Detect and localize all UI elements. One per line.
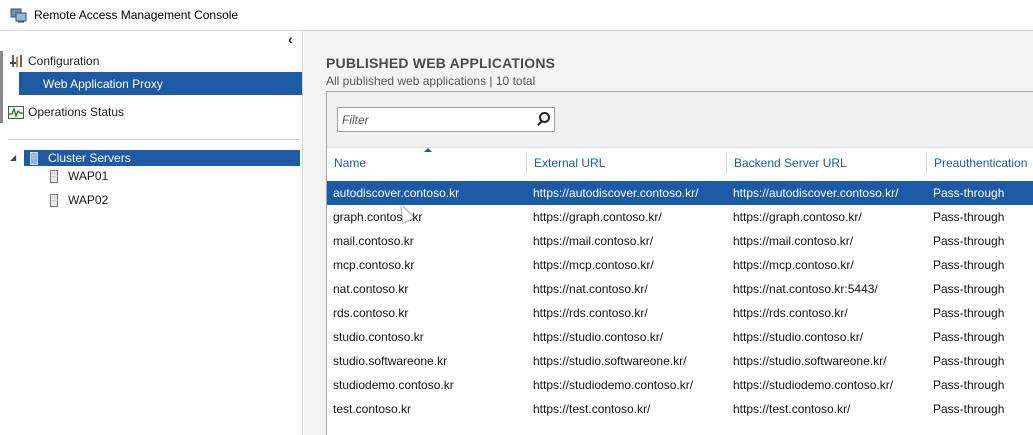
- cell-name: rds.contoso.kr: [333, 306, 409, 320]
- column-header-name[interactable]: Name: [327, 148, 527, 174]
- column-header-label: Preauthentication: [934, 156, 1028, 170]
- cell-backend-url: https://nat.contoso.kr:5443/: [733, 282, 878, 296]
- server-cluster-icon: [30, 151, 38, 165]
- tree-server-label: WAP01: [68, 169, 109, 183]
- tree-cluster-servers[interactable]: Cluster Servers: [24, 150, 300, 166]
- cell-external-url: https://studiodemo.contoso.kr/: [533, 378, 694, 392]
- nav-configuration[interactable]: Configuration: [10, 52, 99, 70]
- search-icon[interactable]: [532, 108, 554, 131]
- server-icon: [50, 193, 58, 207]
- cell-preauthentication: Pass-through: [933, 402, 1005, 416]
- cell-name: studio.softwareone.kr: [333, 354, 448, 368]
- page-title: PUBLISHED WEB APPLICATIONS: [326, 55, 556, 71]
- pane-edge: [0, 51, 3, 123]
- cell-preauthentication: Pass-through: [933, 258, 1005, 272]
- operations-status-icon: [8, 105, 24, 119]
- nav-web-application-proxy-label: Web Application Proxy: [43, 76, 163, 91]
- sort-ascending-icon: [424, 148, 432, 152]
- column-header-backend-url[interactable]: Backend Server URL: [727, 152, 927, 174]
- cell-name: mail.contoso.kr: [333, 234, 414, 248]
- content-pane: PUBLISHED WEB APPLICATIONS All published…: [304, 31, 1033, 435]
- column-header-label: Backend Server URL: [734, 156, 847, 170]
- tree-expand-icon[interactable]: ◢: [10, 153, 16, 162]
- cell-backend-url: https://test.contoso.kr/: [733, 402, 851, 416]
- nav-operations-status-label: Operations Status: [28, 105, 125, 119]
- filter-input[interactable]: [338, 112, 532, 127]
- nav-operations-status[interactable]: Operations Status: [8, 103, 124, 121]
- collapse-pane-button[interactable]: ‹: [288, 32, 300, 47]
- cell-name: autodiscover.contoso.kr: [333, 186, 460, 200]
- column-header-label: External URL: [534, 156, 606, 170]
- cell-backend-url: https://studiodemo.contoso.kr/: [733, 378, 894, 392]
- cell-external-url: https://rds.contoso.kr/: [533, 306, 648, 320]
- cell-name: nat.contoso.kr: [333, 282, 409, 296]
- filter-field: [337, 107, 555, 132]
- tree-server-wap01[interactable]: WAP01: [50, 168, 108, 184]
- column-header-label: Name: [334, 156, 367, 170]
- cell-external-url: https://graph.contoso.kr/: [533, 210, 662, 224]
- cell-preauthentication: Pass-through: [933, 210, 1005, 224]
- cell-preauthentication: Pass-through: [933, 330, 1005, 344]
- configuration-icon: [10, 54, 24, 68]
- table-row[interactable]: studiodemo.contoso.kr https://studiodemo.…: [327, 373, 1033, 397]
- table-header: Name External URL Backend Server URL Pre…: [327, 148, 1033, 176]
- window-title: Remote Access Management Console: [34, 8, 239, 22]
- nav-web-application-proxy[interactable]: Web Application Proxy: [19, 72, 302, 95]
- cell-name: studio.contoso.kr: [333, 330, 424, 344]
- table-row[interactable]: autodiscover.contoso.kr https://autodisco…: [327, 181, 1033, 205]
- cell-preauthentication: Pass-through: [933, 378, 1005, 392]
- table-row[interactable]: mail.contoso.kr https://mail.contoso.kr/h…: [327, 229, 1033, 253]
- cell-external-url: https://studio.softwareone.kr/: [533, 354, 687, 368]
- cell-preauthentication: Pass-through: [933, 354, 1005, 368]
- filter-bar: [327, 92, 1033, 148]
- table-row[interactable]: mcp.contoso.kr https://mcp.contoso.kr/htt…: [327, 253, 1033, 277]
- cell-external-url: https://test.contoso.kr/: [533, 402, 651, 416]
- navigation-pane: ‹ Configuration Web Application Proxy Op…: [0, 31, 303, 435]
- cell-external-url: https://nat.contoso.kr/: [533, 282, 648, 296]
- cell-external-url: https://autodiscover.contoso.kr/: [533, 186, 699, 200]
- table-row[interactable]: studio.contoso.kr https://studio.contoso.…: [327, 325, 1033, 349]
- cell-external-url: https://studio.contoso.kr/: [533, 330, 664, 344]
- cell-preauthentication: Pass-through: [933, 282, 1005, 296]
- tree-server-wap02[interactable]: WAP02: [50, 192, 108, 208]
- cell-name: mcp.contoso.kr: [333, 258, 415, 272]
- cell-backend-url: https://mail.contoso.kr/: [733, 234, 854, 248]
- table-row[interactable]: test.contoso.kr https://test.contoso.kr/h…: [327, 397, 1033, 421]
- remote-access-console-icon: [10, 7, 28, 23]
- tree-server-label: WAP02: [68, 193, 109, 207]
- table-row[interactable]: graph.contoso.kr https://graph.contoso.kr…: [327, 205, 1033, 229]
- cell-preauthentication: Pass-through: [933, 234, 1005, 248]
- table-row[interactable]: studio.softwareone.kr https://studio.soft…: [327, 349, 1033, 373]
- cell-external-url: https://mcp.contoso.kr/: [533, 258, 654, 272]
- column-header-external-url[interactable]: External URL: [527, 152, 727, 174]
- nav-divider: [8, 139, 300, 140]
- cell-backend-url: https://graph.contoso.kr/: [733, 210, 862, 224]
- cell-backend-url: https://autodiscover.contoso.kr/: [733, 186, 899, 200]
- cell-backend-url: https://rds.contoso.kr/: [733, 306, 848, 320]
- tree-cluster-label: Cluster Servers: [48, 151, 131, 165]
- table-row[interactable]: nat.contoso.kr https://nat.contoso.kr/htt…: [327, 277, 1033, 301]
- cell-preauthentication: Pass-through: [933, 306, 1005, 320]
- cell-name: studiodemo.contoso.kr: [333, 378, 454, 392]
- column-header-preauthentication[interactable]: Preauthentication: [927, 152, 1033, 174]
- nav-configuration-label: Configuration: [28, 54, 100, 68]
- cell-name: graph.contoso.kr: [333, 210, 423, 224]
- applications-grid: Name External URL Backend Server URL Pre…: [326, 91, 1033, 435]
- cell-name: test.contoso.kr: [333, 402, 412, 416]
- server-icon: [50, 169, 58, 183]
- title-bar: Remote Access Management Console: [0, 0, 1033, 31]
- table-body: autodiscover.contoso.kr https://autodisco…: [327, 181, 1033, 421]
- cell-backend-url: https://studio.softwareone.kr/: [733, 354, 887, 368]
- cell-backend-url: https://mcp.contoso.kr/: [733, 258, 854, 272]
- cell-preauthentication: Pass-through: [933, 186, 1005, 200]
- cell-backend-url: https://studio.contoso.kr/: [733, 330, 864, 344]
- page-subtitle: All published web applications | 10 tota…: [326, 74, 536, 88]
- cell-external-url: https://mail.contoso.kr/: [533, 234, 654, 248]
- table-row[interactable]: rds.contoso.kr https://rds.contoso.kr/htt…: [327, 301, 1033, 325]
